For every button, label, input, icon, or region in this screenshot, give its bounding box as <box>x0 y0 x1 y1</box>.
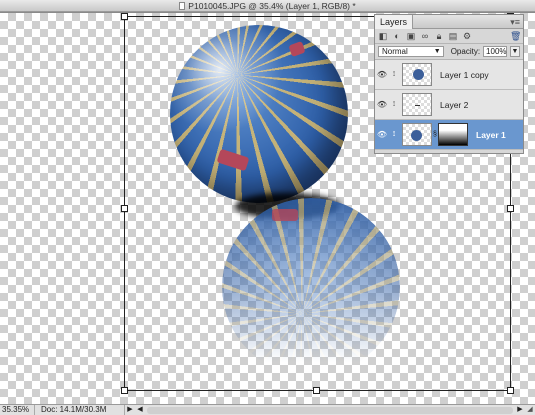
status-bar: 35.35% Doc: 14.1M/30.3M ▶ ◀ ▶ ◢ <box>0 404 535 415</box>
transform-box-left <box>124 16 125 390</box>
layer-thumbnail <box>402 63 432 86</box>
sphere-reflection <box>222 198 400 376</box>
blend-mode-select[interactable]: Normal ▼ <box>378 46 444 57</box>
transform-handle-top-left[interactable] <box>121 13 128 20</box>
transform-handle-bottom-right[interactable] <box>507 387 514 394</box>
layer-mask-thumbnail[interactable] <box>438 123 468 146</box>
layer-name: Layer 1 copy <box>440 69 489 80</box>
visibility-eye-icon[interactable]: 👁︎ <box>375 100 389 109</box>
layers-panel-header: Layers ▾≡ <box>375 15 523 29</box>
chain-link-icon[interactable]: ⟟ <box>389 131 399 139</box>
horizontal-scrollbar[interactable] <box>147 406 513 414</box>
document-size: Doc: 14.1M/30.3M <box>35 404 125 415</box>
status-menu-icon[interactable]: ▶ <box>125 405 135 415</box>
visibility-eye-icon[interactable]: 👁︎ <box>375 70 389 79</box>
trash-icon[interactable]: 🗑︎ <box>510 31 521 41</box>
layer-row-layer-2[interactable]: 👁︎ ⟟ Layer 2 <box>375 90 523 120</box>
tab-layers[interactable]: Layers <box>375 15 414 29</box>
layers-panel: Layers ▾≡ ◧ ◐ ▣ ∞ 🔒︎ ▤ ⚙ 🗑︎ Normal ▼ Opa… <box>374 14 524 154</box>
lock-icon[interactable]: 🔒︎ <box>434 31 444 41</box>
lock-all-icon[interactable]: ▤ <box>448 31 458 41</box>
zoom-level[interactable]: 35.35% <box>0 404 35 415</box>
panel-menu-icon[interactable]: ▾≡ <box>510 15 520 29</box>
layer-row-layer-1-copy[interactable]: 👁︎ ⟟ Layer 1 copy <box>375 60 523 90</box>
layer-row-layer-1[interactable]: 👁︎ ⟟ § Layer 1 <box>375 120 523 150</box>
title-bar: P1010045.JPG @ 35.4% (Layer 1, RGB/8) * <box>0 0 535 12</box>
chevron-down-icon: ▼ <box>433 48 441 55</box>
opacity-dropdown-icon[interactable]: ▼ <box>510 46 520 57</box>
new-layer-icon[interactable]: ◧ <box>378 31 388 41</box>
adjustment-layer-icon[interactable]: ◐ <box>392 31 402 41</box>
layer-name: Layer 2 <box>440 99 469 110</box>
transform-handle-middle-right[interactable] <box>507 205 514 212</box>
layer-thumbnail <box>402 93 432 116</box>
visibility-eye-icon[interactable]: 👁︎ <box>375 130 389 139</box>
chain-link-icon[interactable]: ⟟ <box>389 101 399 109</box>
chain-link-icon[interactable]: ⟟ <box>389 71 399 79</box>
scroll-right-icon[interactable]: ▶ <box>515 405 525 415</box>
transform-handle-bottom-left[interactable] <box>121 387 128 394</box>
document-icon <box>179 1 186 10</box>
blend-row: Normal ▼ Opacity: 100% ▼ <box>375 44 523 60</box>
window-title: P1010045.JPG @ 35.4% (Layer 1, RGB/8) * <box>188 0 356 11</box>
layer-name: Layer 1 <box>476 129 506 140</box>
layer-thumbnail <box>402 123 432 146</box>
options-icon[interactable]: ⚙ <box>462 31 472 41</box>
layers-toolbar: ◧ ◐ ▣ ∞ 🔒︎ ▤ ⚙ 🗑︎ <box>375 29 523 44</box>
opacity-input[interactable]: 100% <box>483 46 508 57</box>
mask-icon[interactable]: ▣ <box>406 31 416 41</box>
link-icon[interactable]: ∞ <box>420 31 430 41</box>
transform-handle-bottom-center[interactable] <box>313 387 320 394</box>
gondola-shape-reflection <box>272 209 298 221</box>
resize-grip-icon[interactable]: ◢ <box>525 405 535 415</box>
opacity-label: Opacity: <box>450 47 481 56</box>
ferris-wheel-sphere <box>170 25 348 203</box>
scroll-left-icon[interactable]: ◀ <box>135 405 145 415</box>
transform-handle-middle-left[interactable] <box>121 205 128 212</box>
blend-mode-value: Normal <box>382 47 408 56</box>
